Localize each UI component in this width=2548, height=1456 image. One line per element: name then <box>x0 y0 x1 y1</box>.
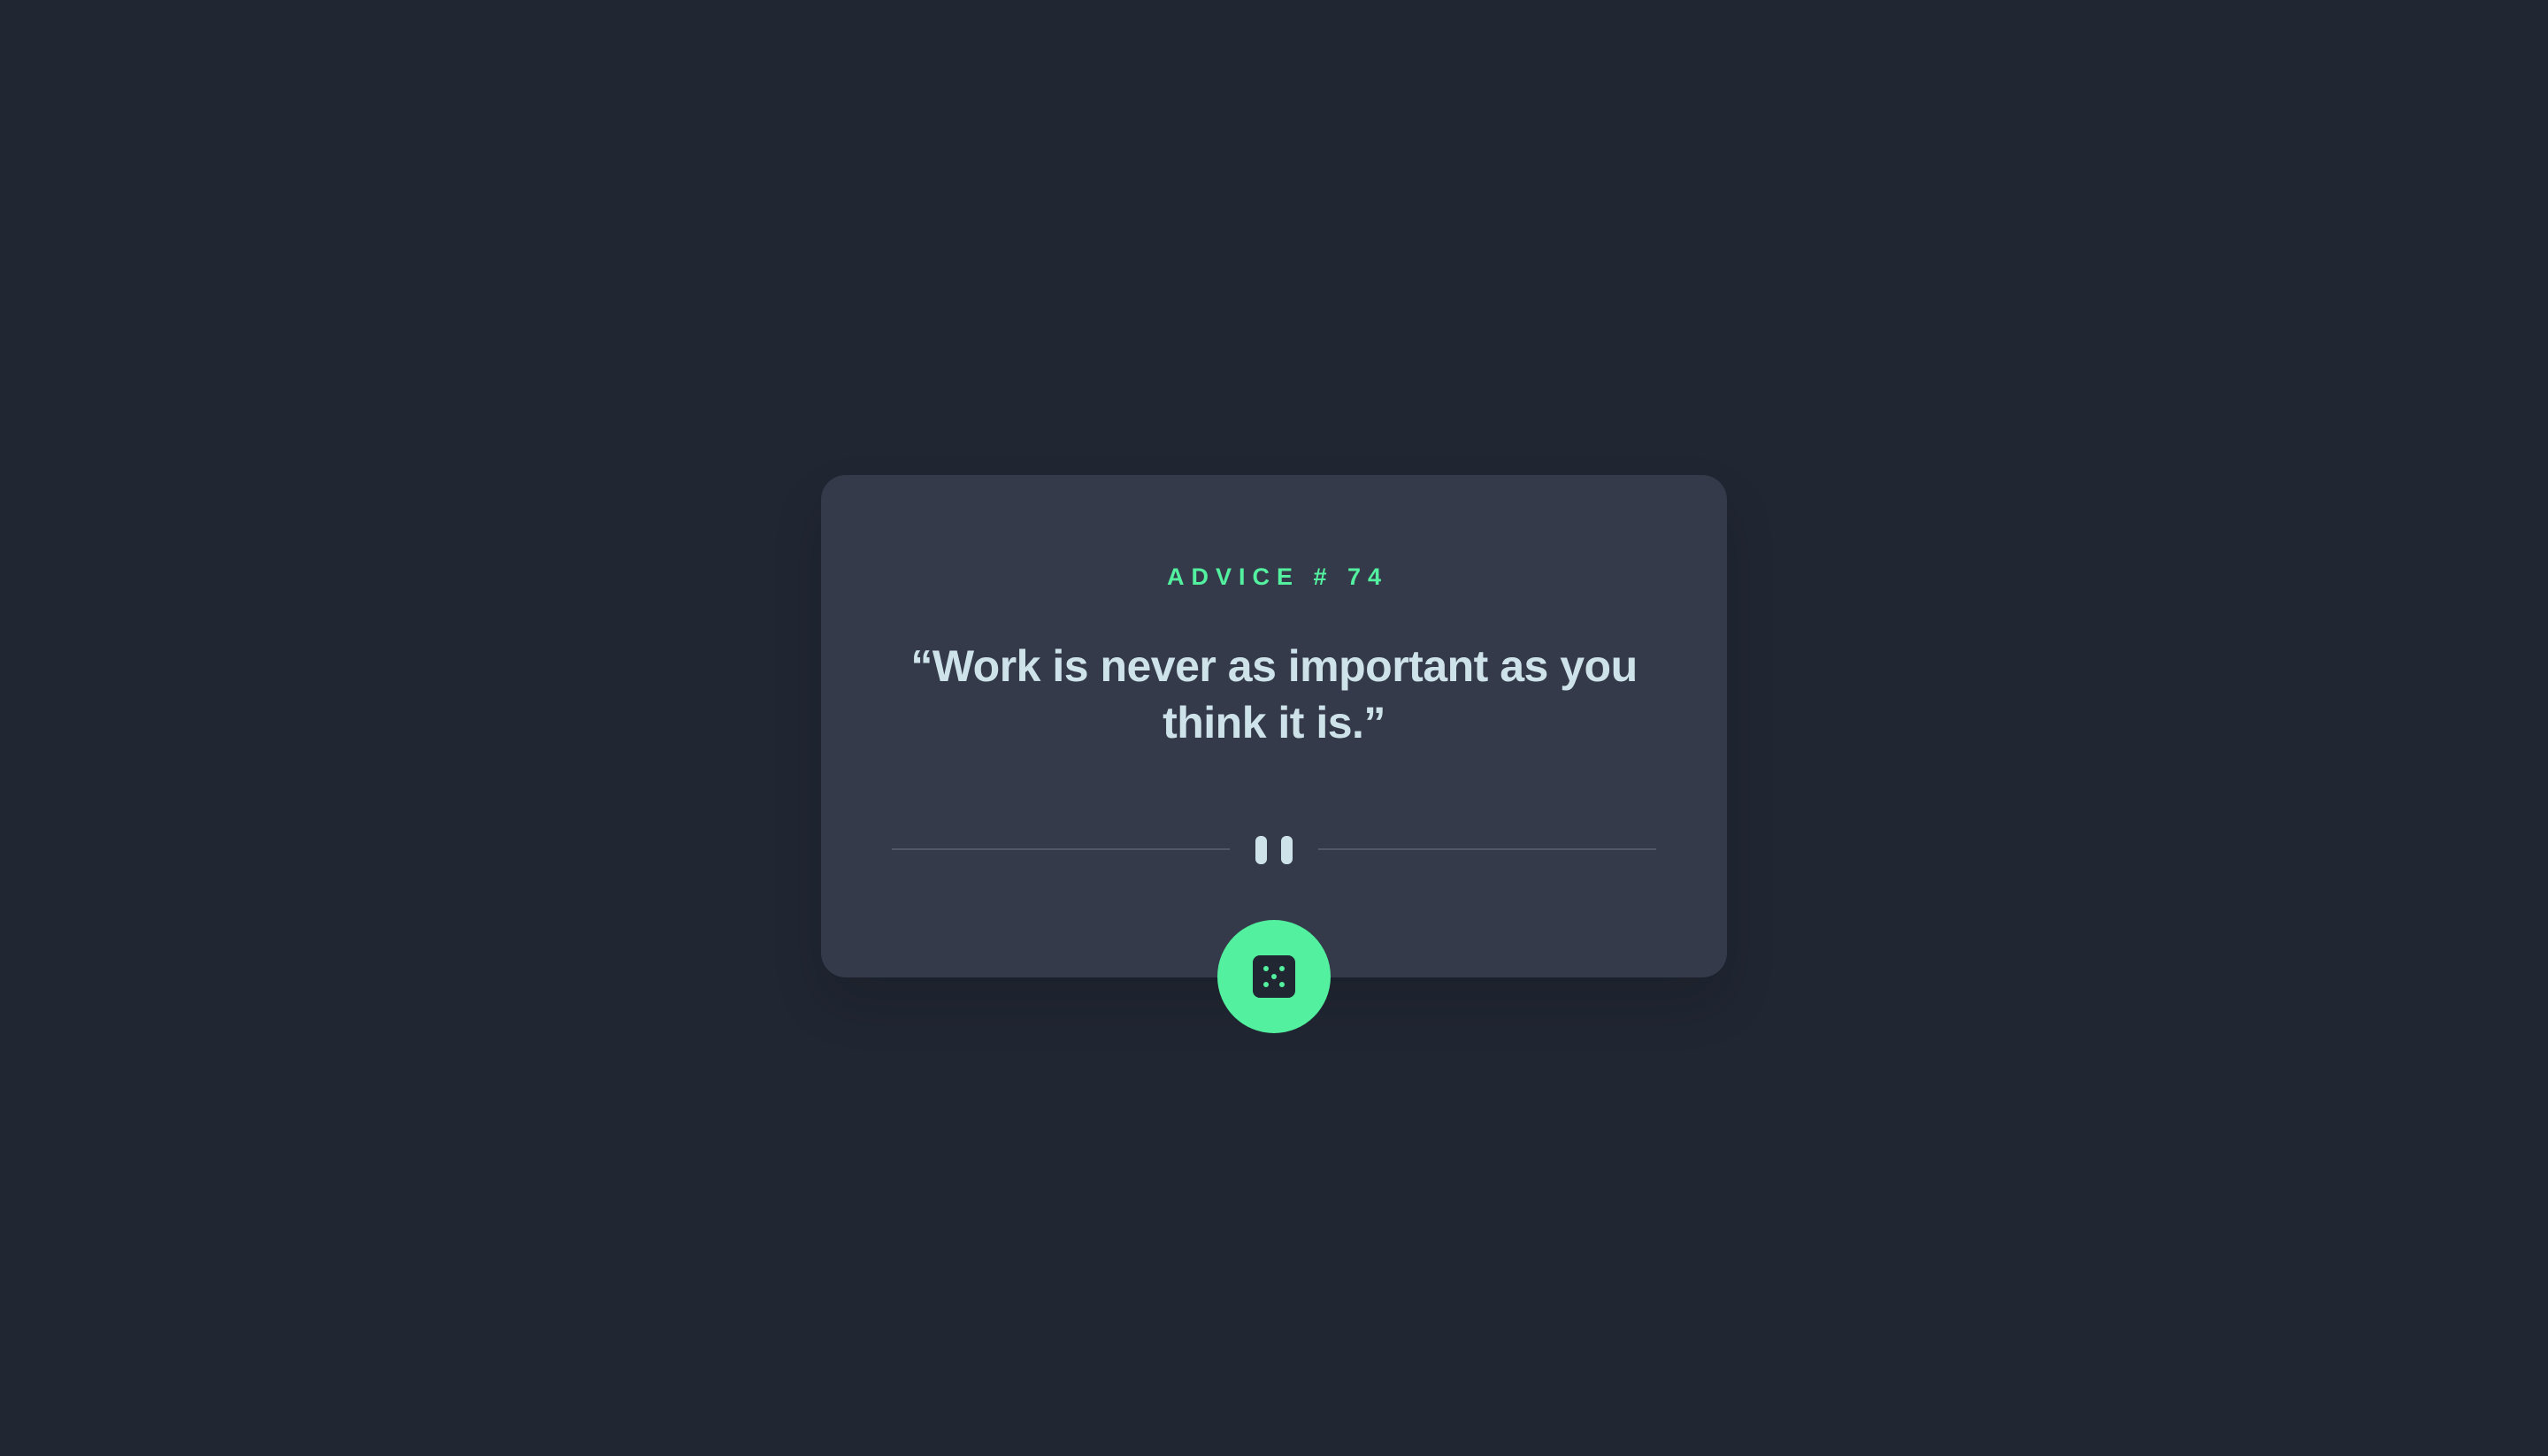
pattern-divider <box>892 836 1656 864</box>
pause-bar-right <box>1281 836 1293 864</box>
pause-bar-left <box>1255 836 1267 864</box>
advice-quote: “Work is never as important as you think… <box>910 641 1638 747</box>
advice-card: ADVICE # 74 “Work is never as important … <box>821 475 1727 977</box>
divider-line-left <box>892 848 1230 850</box>
pause-icon <box>1255 836 1293 864</box>
dice-icon <box>1253 955 1295 998</box>
advice-id-label: ADVICE # 74 <box>1166 563 1389 590</box>
divider-line-right <box>1318 848 1656 850</box>
new-advice-button[interactable] <box>1217 920 1331 1033</box>
